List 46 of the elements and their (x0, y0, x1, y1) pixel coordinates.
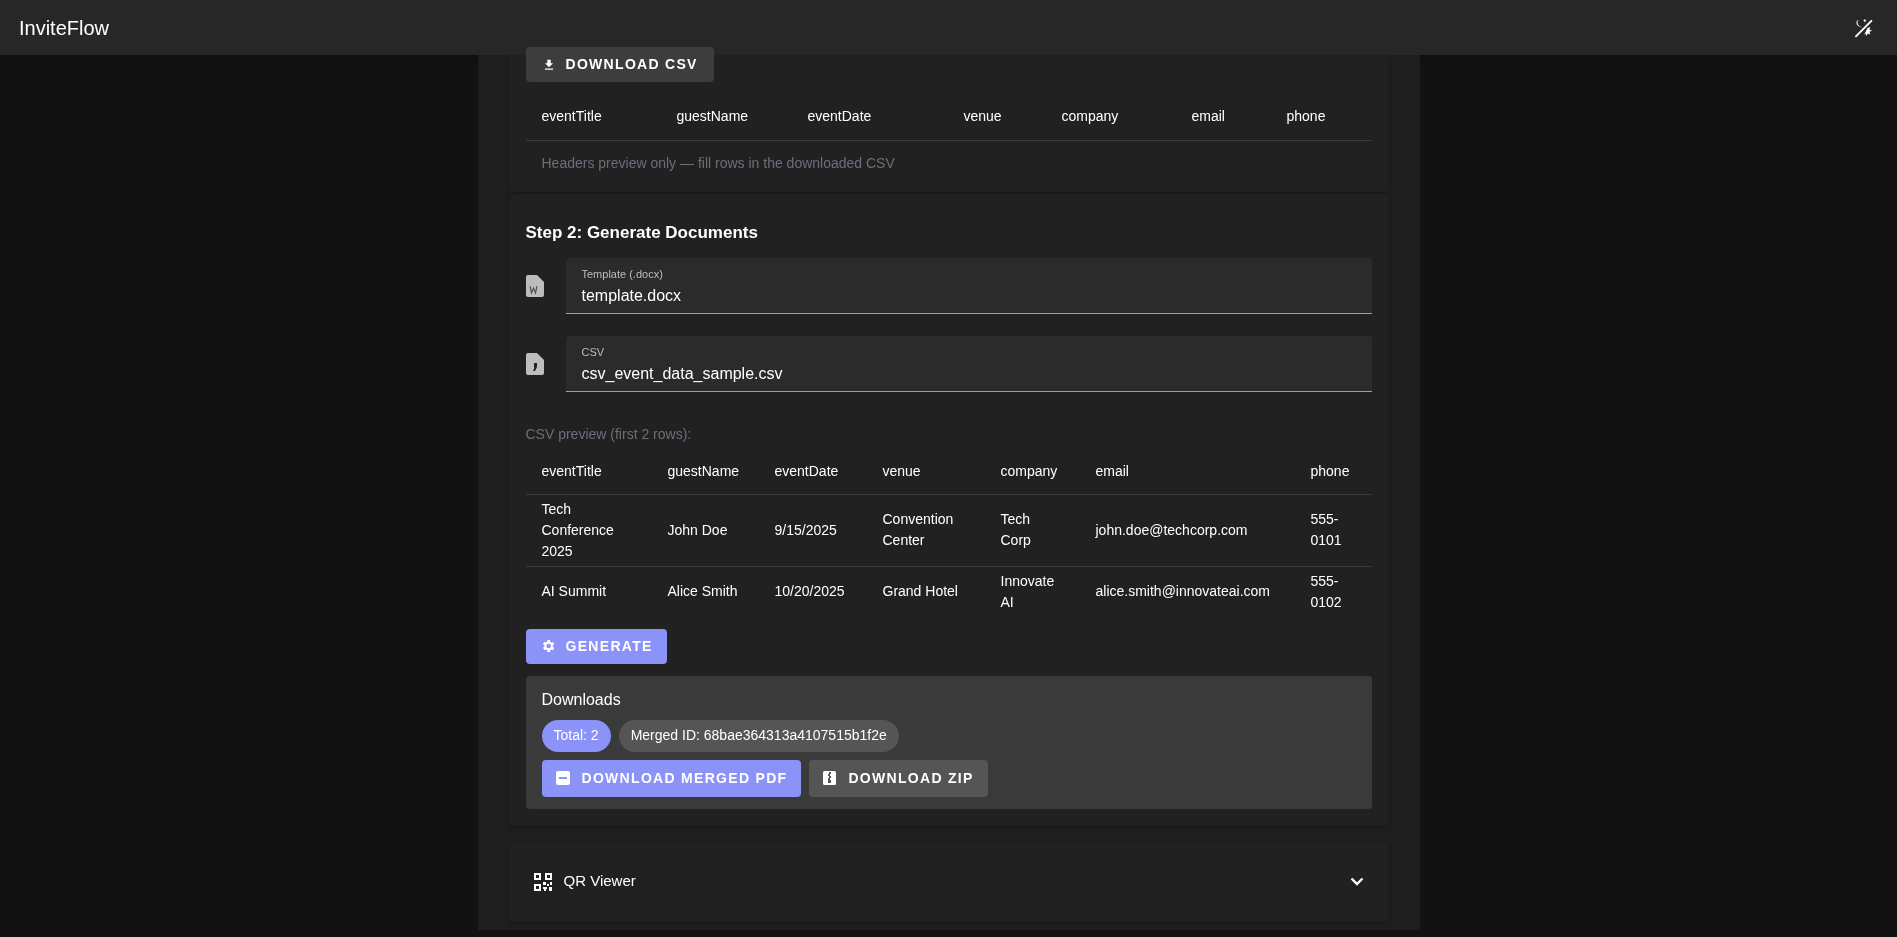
column-header: email (1095, 461, 1130, 481)
table-cell-text: alice.smith@innovateai.com (1095, 582, 1271, 601)
accordion-title: QR Viewer (563, 871, 636, 892)
column-header: phone (1310, 461, 1351, 481)
table-cell-text: 555-0102 (1310, 571, 1343, 612)
table-cell-text: 10/20/2025 (774, 582, 846, 601)
table-cell-text: john.doe@techcorp.com (1095, 520, 1249, 540)
app-title: InviteFlow (19, 15, 110, 41)
preview-label: CSV preview (first 2 rows): (525, 424, 693, 444)
table-cell-text: Alice Smith (667, 582, 739, 601)
column-header: eventTitle (541, 461, 603, 481)
preview-note: Headers preview only — fill rows in the downloaded CSV (540, 154, 896, 173)
word-file-icon (525, 274, 544, 297)
table-cell-text: Convention Center (882, 510, 955, 550)
download-csv-button[interactable]: DOWNLOAD CSV (525, 47, 714, 82)
download-button[interactable]: DOWNLOAD ZIP (809, 759, 988, 797)
qr-viewer-accordion[interactable]: QR Viewer (509, 842, 1388, 921)
column-header: venue (882, 461, 922, 481)
csv-file-icon (525, 352, 544, 375)
downloads-title: Downloads (541, 689, 622, 710)
column-header: eventTitle (541, 106, 603, 126)
table-cell-text: AI Summit (541, 582, 608, 601)
column-header: company (1000, 461, 1059, 481)
table-cell-text: 555-0101 (1310, 510, 1343, 550)
column-header: venue (963, 106, 1003, 126)
file-field[interactable]: CSV csv_event_data_sample.csv (565, 335, 1372, 392)
qr-code-icon (533, 872, 552, 891)
pdf-file-icon (555, 771, 570, 785)
table-cell-text: Grand Hotel (882, 582, 959, 601)
table-cell-text: Tech Conference 2025 (541, 499, 615, 561)
section-title: Step 2: Generate Documents (525, 222, 759, 244)
table-cell-text: Tech Corp (1000, 510, 1032, 550)
info-chip: Merged ID: 68bae364313a4107515b1f2e (618, 719, 899, 752)
column-header: email (1191, 106, 1226, 126)
column-header: guestName (667, 461, 741, 481)
table-cell-text: Innovate AI (1000, 571, 1056, 612)
table-cell-text: 9/15/2025 (774, 520, 838, 540)
info-chip: Total: 2 (541, 719, 611, 752)
column-header: eventDate (807, 106, 873, 126)
column-header: guestName (676, 106, 750, 126)
file-field[interactable]: Template (.docx) template.docx (565, 257, 1372, 314)
zip-file-icon (823, 771, 837, 785)
column-header: phone (1286, 106, 1327, 126)
column-header: company (1061, 106, 1120, 126)
column-header: eventDate (774, 461, 840, 481)
table-cell-text: John Doe (667, 520, 729, 540)
